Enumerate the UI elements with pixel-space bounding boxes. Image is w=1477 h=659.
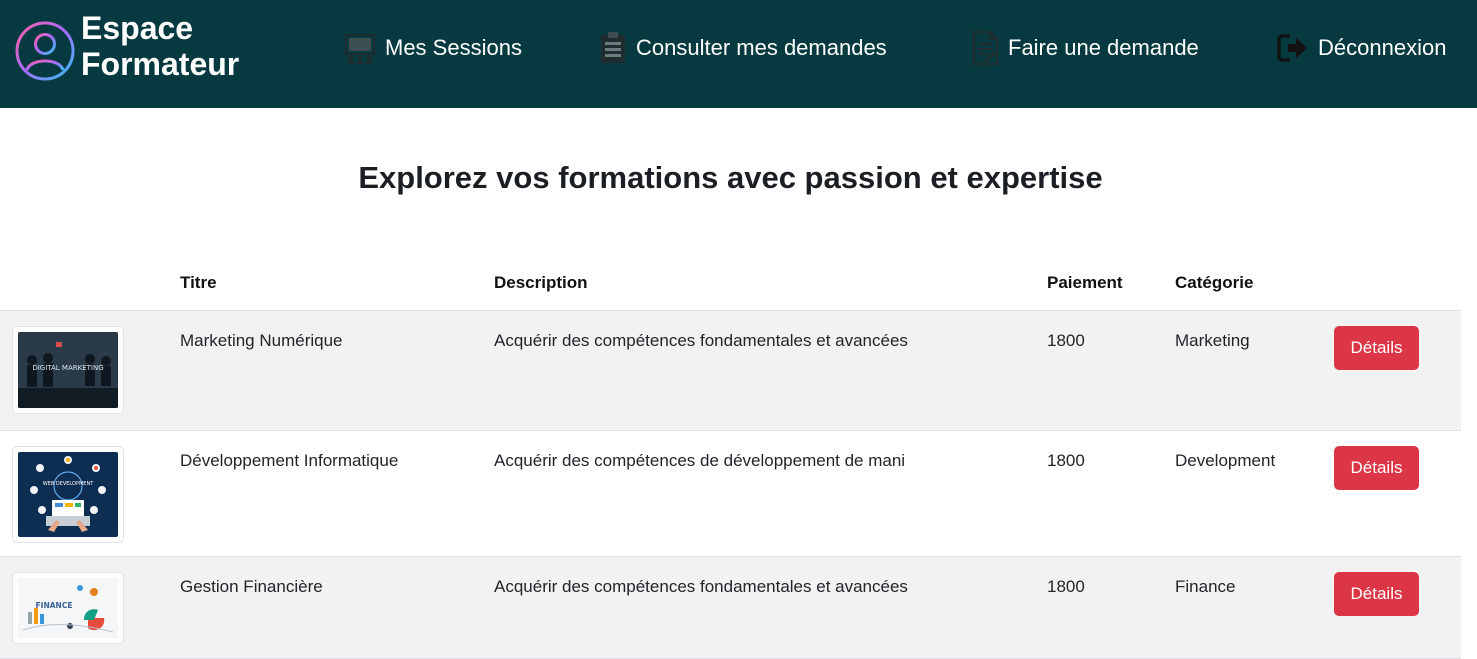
cell-title: Développement Informatique xyxy=(180,451,399,470)
brand-line-2: Formateur xyxy=(81,46,240,82)
nav-faire-demande[interactable]: Faire une demande xyxy=(970,30,1199,66)
nav-mes-sessions-label: Mes Sessions xyxy=(385,35,522,60)
top-navbar: Espace Formateur Mes Sessions Consulter … xyxy=(0,0,1477,108)
cell-description: Acquérir des compétences de développemen… xyxy=(494,451,906,470)
document-edit-icon xyxy=(973,31,998,65)
details-button[interactable]: Détails xyxy=(1334,572,1419,616)
finance-image: FINANCE xyxy=(18,578,118,638)
formation-thumbnail: DIGITAL MARKETING xyxy=(12,326,124,414)
cell-payment: 1800 xyxy=(1047,451,1085,470)
cell-category: Marketing xyxy=(1175,331,1250,350)
presentation-icon xyxy=(345,34,375,64)
formations-table: Titre Description Paiement Catégorie DIG xyxy=(0,258,1461,659)
nav-consulter-demandes[interactable]: Consulter mes demandes xyxy=(598,30,887,66)
user-circle-icon xyxy=(15,21,75,81)
table-row: DIGITAL MARKETING Marketing Numérique Ac… xyxy=(0,311,1461,431)
table-header: Titre Description Paiement Catégorie xyxy=(0,258,1461,311)
cell-category: Finance xyxy=(1175,577,1236,596)
cell-description: Acquérir des compétences fondamentales e… xyxy=(494,331,908,350)
thumb-caption: FINANCE xyxy=(36,601,73,610)
clipboard-list-icon xyxy=(601,32,625,63)
formation-thumbnail: WEB DEVELOPMENT xyxy=(12,446,124,543)
web-development-image: WEB DEVELOPMENT xyxy=(18,452,118,537)
column-header-paiement: Paiement xyxy=(1047,273,1123,292)
column-header-titre: Titre xyxy=(180,273,217,292)
thumb-caption: WEB DEVELOPMENT xyxy=(43,481,94,487)
nav-mes-sessions[interactable]: Mes Sessions xyxy=(343,30,522,66)
column-header-categorie: Catégorie xyxy=(1175,273,1254,292)
formation-thumbnail: FINANCE xyxy=(12,572,124,644)
brand-title: Espace Formateur xyxy=(81,10,281,82)
cell-category: Development xyxy=(1175,451,1276,470)
details-button[interactable]: Détails xyxy=(1334,326,1419,370)
nav-faire-demande-label: Faire une demande xyxy=(1008,35,1199,60)
page-title: Explorez vos formations avec passion et … xyxy=(358,160,1103,195)
brand-line-1: Espace xyxy=(81,10,194,46)
column-header-description: Description xyxy=(494,273,588,292)
cell-payment: 1800 xyxy=(1047,577,1085,596)
details-button[interactable]: Détails xyxy=(1334,446,1419,490)
nav-deconnexion-label: Déconnexion xyxy=(1318,35,1447,60)
nav-deconnexion[interactable]: Déconnexion xyxy=(1276,30,1446,66)
cell-description: Acquérir des compétences fondamentales e… xyxy=(494,577,908,596)
table-row: FINANCE Gestion Financière Acquérir des … xyxy=(0,557,1461,659)
nav-consulter-demandes-label: Consulter mes demandes xyxy=(636,35,887,60)
cell-title: Marketing Numérique xyxy=(180,331,343,350)
cell-payment: 1800 xyxy=(1047,331,1085,350)
digital-marketing-image: DIGITAL MARKETING xyxy=(18,332,118,408)
table-row: WEB DEVELOPMENT Développement Informatiq… xyxy=(0,431,1461,557)
sign-out-icon xyxy=(1277,34,1307,62)
cell-title: Gestion Financière xyxy=(180,577,323,596)
thumb-caption: DIGITAL MARKETING xyxy=(32,364,103,372)
